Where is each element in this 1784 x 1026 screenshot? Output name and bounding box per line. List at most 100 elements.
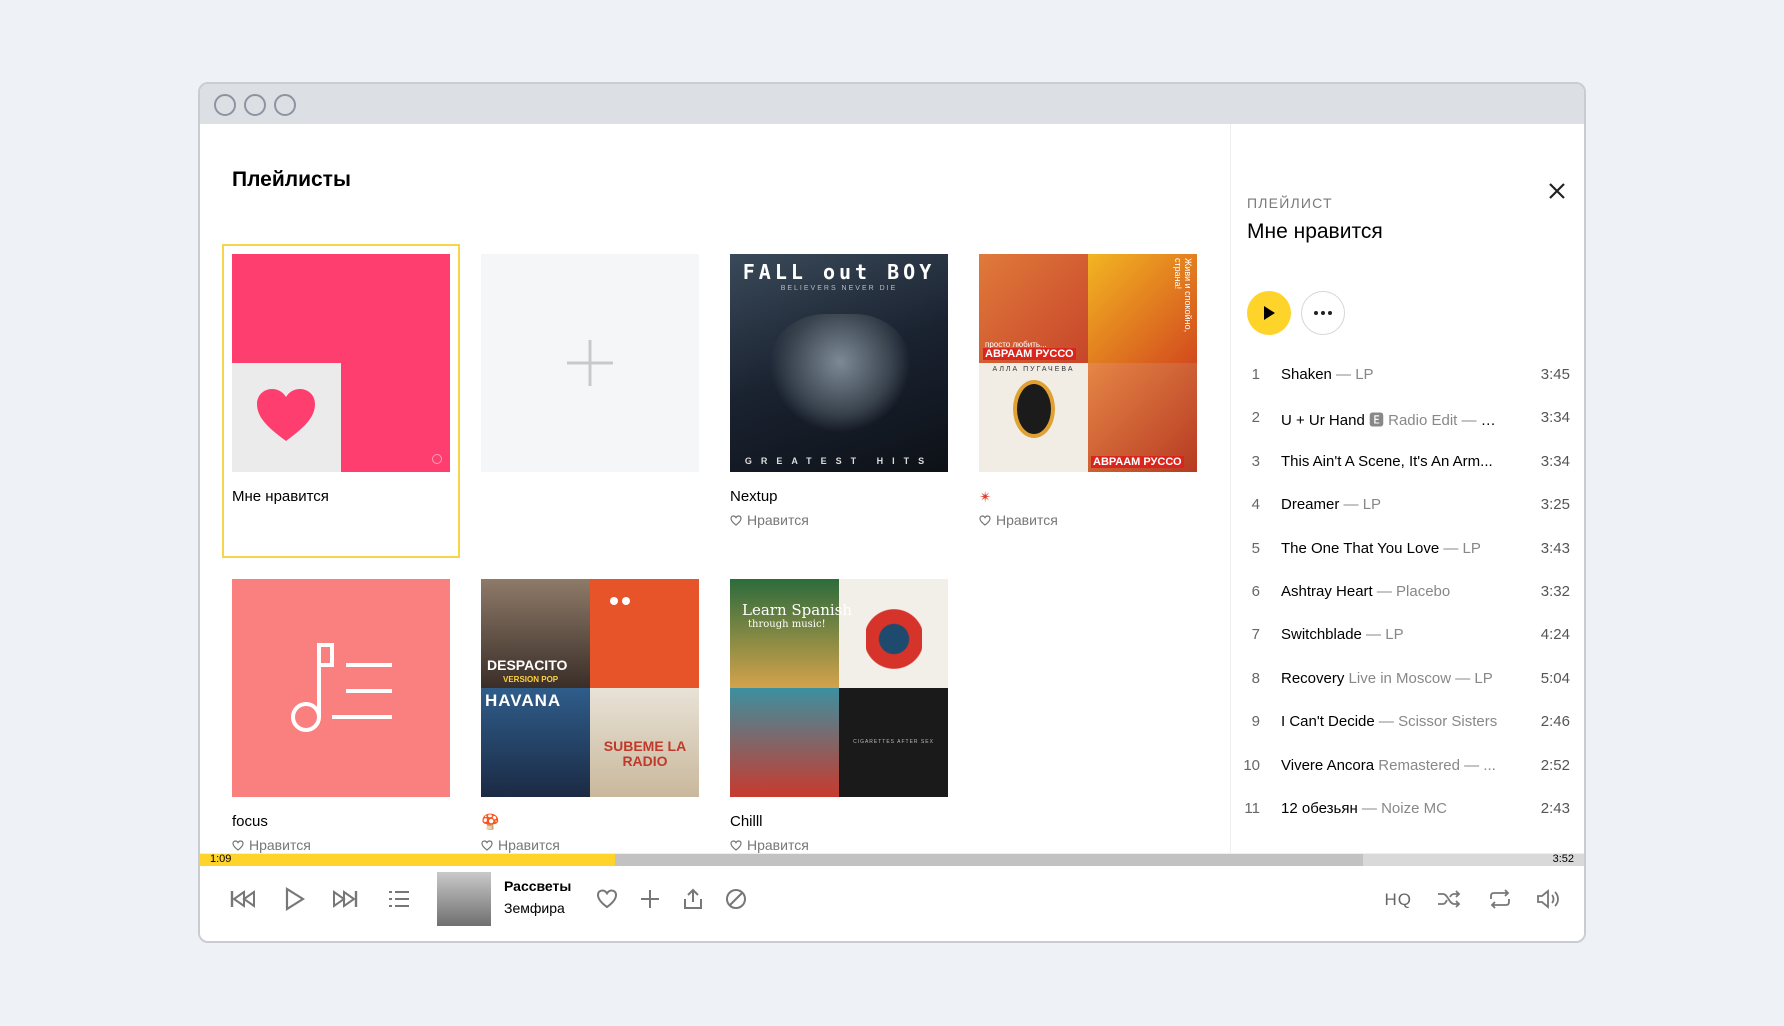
window-control-minimize[interactable] (244, 94, 266, 116)
track-number: 6 (1251, 582, 1260, 600)
track-duration: 3:34 (1540, 452, 1570, 470)
playlist-name: focus (232, 813, 268, 830)
queue-button[interactable] (384, 884, 414, 914)
cover-text-sub: BELIEVERS NEVER DIE (780, 285, 898, 292)
cover-text-a: Learn Spanish (742, 601, 853, 619)
track-title: I Can't Decide — Scissor Sisters (1281, 713, 1498, 731)
cover-text-c: АЛЛА ПУГАЧЕВА (992, 366, 1075, 373)
window-control-maximize[interactable] (274, 94, 296, 116)
track-row[interactable]: 7 Switchblade — LP 4:24 (1231, 613, 1584, 656)
playlist-panel: ПЛЕЙЛИСТ Мне нравится 1 Shaken — LP 3:45 2… (1230, 124, 1584, 941)
panel-kicker: ПЛЕЙЛИСТ (1247, 195, 1333, 211)
track-number: 4 (1251, 496, 1260, 514)
track-row[interactable]: 1 Shaken — LP 3:45 (1231, 353, 1584, 396)
now-playing-cover[interactable] (437, 872, 491, 926)
cover-text-c: CIGARETTES AFTER SEX (853, 739, 934, 745)
more-icon (1314, 311, 1332, 315)
next-icon (333, 890, 358, 908)
playlist-name: Nextup (730, 488, 778, 505)
playlist-meta-label: Нравится (249, 837, 311, 853)
cover-text-top: FALL out BOY (742, 260, 936, 284)
window-control-close[interactable] (214, 94, 236, 116)
track-row[interactable]: 3 This Ain't A Scene, It's An Arm... 3:34 (1231, 440, 1584, 483)
heart-outline-icon (596, 889, 618, 909)
playlist-cover (232, 579, 450, 797)
track-duration: 3:43 (1540, 539, 1570, 557)
previous-button[interactable] (228, 884, 258, 914)
volume-button[interactable] (1534, 884, 1564, 914)
like-button[interactable] (592, 884, 622, 914)
track-row[interactable]: 5 The One That You Love — LP 3:43 (1231, 527, 1584, 570)
app-window: Плейлисты Мне нравится FALL out BOY BELI… (198, 82, 1586, 943)
add-button[interactable] (635, 884, 665, 914)
track-row[interactable]: 2 U + Ur Hand 🅴 Radio Edit — P!... 3:34 (1231, 396, 1584, 439)
playlist-meta: Нравится (730, 512, 809, 528)
track-number: 2 (1251, 409, 1260, 427)
playlist-meta: Нравится (979, 512, 1058, 528)
track-list: 1 Shaken — LP 3:45 2 U + Ur Hand 🅴 Radio Ed… (1231, 353, 1584, 830)
repeat-icon (1490, 889, 1510, 909)
plus-icon (567, 340, 613, 386)
now-playing-title[interactable]: Рассветы (504, 878, 571, 894)
track-title: 12 обезьян — Noize MC (1281, 799, 1447, 817)
block-button[interactable] (721, 884, 751, 914)
list-icon (389, 891, 409, 907)
next-button[interactable] (330, 884, 360, 914)
track-number: 7 (1251, 626, 1260, 644)
track-title: Shaken — LP (1281, 366, 1374, 383)
track-duration: 3:32 (1540, 582, 1570, 600)
playlist-meta: Нравится (232, 837, 311, 853)
track-title: Vivere Ancora Remastered — ... (1281, 756, 1496, 774)
cover-text-d: SUBEME LA RADIO (603, 738, 687, 769)
playlist-music-icon (291, 643, 392, 732)
playlist-name: 🍄 (481, 814, 500, 831)
playlist-meta-label: Нравится (996, 512, 1058, 528)
cover-text-d: Живи и спокойно, страна! (1173, 258, 1193, 333)
track-number: 3 (1251, 452, 1260, 470)
track-row[interactable]: 9 I Can't Decide — Scissor Sisters 2:46 (1231, 700, 1584, 743)
now-playing-artist[interactable]: Земфира (504, 900, 565, 916)
playlist-cover: FALL out BOY BELIEVERS NEVER DIE GREATES… (730, 254, 948, 472)
track-number: 11 (1244, 799, 1260, 817)
playlist-meta-label: Нравится (747, 837, 809, 853)
track-row[interactable]: 6 Ashtray Heart — Placebo 3:32 (1231, 570, 1584, 613)
heart-outline-icon (481, 839, 493, 851)
track-duration: 3:34 (1540, 409, 1570, 427)
track-duration: 3:25 (1540, 496, 1570, 514)
time-total: 3:52 (1552, 853, 1574, 865)
play-playlist-button[interactable] (1247, 291, 1291, 335)
share-button[interactable] (678, 884, 708, 914)
track-row[interactable]: 10 Vivere Ancora Remastered — ... 2:52 (1231, 744, 1584, 787)
close-icon[interactable] (1546, 180, 1568, 202)
heart-outline-icon (730, 839, 742, 851)
playlist-name: ✴ (979, 489, 992, 506)
previous-icon (230, 890, 255, 908)
repeat-button[interactable] (1485, 884, 1515, 914)
quality-toggle[interactable]: HQ (1385, 890, 1413, 910)
create-playlist-cover (481, 254, 699, 472)
track-title: The One That You Love — LP (1281, 539, 1481, 557)
heart-icon (257, 389, 315, 441)
track-duration: 4:24 (1540, 626, 1570, 644)
track-title: Recovery Live in Moscow — LP (1281, 669, 1493, 687)
track-number: 8 (1251, 669, 1260, 687)
play-icon (1264, 306, 1275, 320)
cover-text-b: VERSION POP (503, 675, 559, 684)
track-row[interactable]: 4 Dreamer — LP 3:25 (1231, 483, 1584, 526)
shuffle-button[interactable] (1434, 884, 1464, 914)
play-button[interactable] (280, 884, 310, 914)
track-duration: 2:43 (1540, 799, 1570, 817)
track-duration: 2:46 (1540, 713, 1570, 731)
track-number: 5 (1251, 539, 1260, 557)
track-title: Dreamer — LP (1281, 496, 1382, 514)
track-row[interactable]: 8 Recovery Live in Moscow — LP 5:04 (1231, 657, 1584, 700)
track-row[interactable]: 11 12 обезьян — Noize MC 2:43 (1231, 787, 1584, 830)
playlist-name: Chilll (730, 813, 763, 830)
progress-bar[interactable]: 1:09 3:52 (200, 853, 1584, 866)
play-icon (285, 887, 305, 911)
more-options-button[interactable] (1301, 291, 1345, 335)
playlist-cover: просто любить... АВРААМ РУССО АЛЛА ПУГАЧ… (979, 254, 1197, 472)
cover-text-b2: АВРААМ РУССО (1091, 456, 1184, 468)
track-title: Switchblade — LP (1281, 626, 1404, 644)
title-bar (200, 84, 1584, 124)
